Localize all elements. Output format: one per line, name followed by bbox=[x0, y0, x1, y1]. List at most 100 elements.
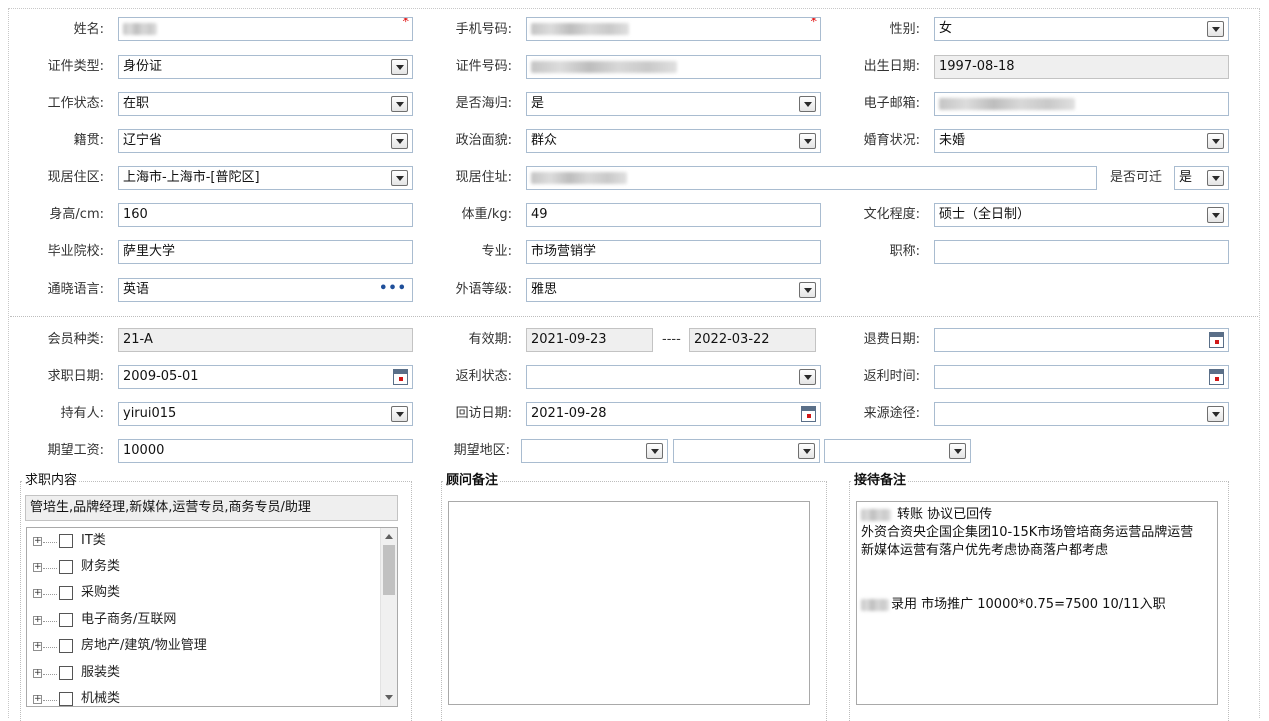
tree-item-label: 房地产/建筑/物业管理 bbox=[81, 638, 207, 653]
dropdown-arrow-icon[interactable] bbox=[799, 133, 816, 149]
gender-select[interactable]: 女 bbox=[934, 17, 1229, 41]
overseas-label: 是否海归: bbox=[455, 96, 512, 111]
tree-item[interactable]: + IT类 bbox=[33, 531, 373, 553]
language-value: 英语 bbox=[123, 282, 150, 297]
address-field[interactable] bbox=[526, 166, 1097, 190]
tree-item[interactable]: + 采购类 bbox=[33, 583, 373, 605]
valid-to-value: 2022-03-22 bbox=[694, 332, 770, 347]
political-select[interactable]: 群众 bbox=[526, 129, 821, 153]
native-select[interactable]: 辽宁省 bbox=[118, 129, 413, 153]
area-city-select[interactable] bbox=[673, 439, 820, 463]
dropdown-arrow-icon[interactable] bbox=[1207, 170, 1224, 186]
expand-icon[interactable]: + bbox=[33, 537, 42, 546]
political-label: 政治面貌: bbox=[455, 133, 512, 148]
consultant-notes-textarea[interactable] bbox=[448, 501, 810, 705]
school-value: 萨里大学 bbox=[123, 244, 176, 259]
source-label: 来源途径: bbox=[863, 406, 920, 421]
region-label: 现居住区: bbox=[47, 170, 104, 185]
holder-select[interactable]: yirui015 bbox=[118, 402, 413, 426]
dropdown-arrow-icon[interactable] bbox=[949, 443, 966, 459]
region-select[interactable]: 上海市-上海市-[普陀区] bbox=[118, 166, 413, 190]
reception-note-line3: 新媒体运营有落户优先考虑协商落户都考虑 bbox=[861, 543, 1109, 558]
calendar-icon[interactable] bbox=[801, 406, 816, 422]
education-select[interactable]: 硕士（全日制） bbox=[934, 203, 1229, 227]
email-field[interactable] bbox=[934, 92, 1229, 116]
job-category-tree[interactable]: + IT类 + 财务类 + 采购类 + 电子商务/互联网 + 房地产/建筑/物业… bbox=[26, 527, 398, 707]
checkbox[interactable] bbox=[59, 586, 73, 600]
checkbox[interactable] bbox=[59, 666, 73, 680]
dropdown-arrow-icon[interactable] bbox=[1207, 207, 1224, 223]
jobsearch-date-field[interactable]: 2009-05-01 bbox=[118, 365, 413, 389]
area-province-select[interactable] bbox=[521, 439, 668, 463]
scrollbar-thumb[interactable] bbox=[383, 545, 395, 595]
language-field[interactable]: 英语 ••• bbox=[118, 278, 413, 302]
area-district-select[interactable] bbox=[824, 439, 971, 463]
checkbox[interactable] bbox=[59, 534, 73, 548]
workstatus-value: 在职 bbox=[123, 96, 150, 111]
tree-item[interactable]: + 财务类 bbox=[33, 557, 373, 579]
dropdown-arrow-icon[interactable] bbox=[1207, 133, 1224, 149]
dropdown-arrow-icon[interactable] bbox=[391, 406, 408, 422]
calendar-icon[interactable] bbox=[1209, 369, 1224, 385]
checkbox[interactable] bbox=[59, 560, 73, 574]
relocate-select[interactable]: 是 bbox=[1174, 166, 1229, 190]
dropdown-arrow-icon[interactable] bbox=[798, 443, 815, 459]
tree-item[interactable]: + 服装类 bbox=[33, 663, 373, 685]
expand-icon[interactable]: + bbox=[33, 589, 42, 598]
rebate-status-select[interactable] bbox=[526, 365, 821, 389]
tree-scrollbar[interactable] bbox=[380, 528, 397, 706]
scroll-up-arrow-icon[interactable] bbox=[385, 534, 393, 539]
more-options-icon[interactable]: ••• bbox=[379, 279, 407, 299]
tree-item[interactable]: + 机械类 bbox=[33, 689, 373, 706]
height-field[interactable]: 160 bbox=[118, 203, 413, 227]
name-field[interactable]: * bbox=[118, 17, 413, 41]
dropdown-arrow-icon[interactable] bbox=[799, 282, 816, 298]
language-level-select[interactable]: 雅思 bbox=[526, 278, 821, 302]
dropdown-arrow-icon[interactable] bbox=[1207, 406, 1224, 422]
rebate-time-label: 返利时间: bbox=[863, 369, 920, 384]
tree-item[interactable]: + 电子商务/互联网 bbox=[33, 610, 373, 632]
overseas-select[interactable]: 是 bbox=[526, 92, 821, 116]
calendar-icon[interactable] bbox=[1209, 332, 1224, 348]
dropdown-arrow-icon[interactable] bbox=[391, 96, 408, 112]
dropdown-arrow-icon[interactable] bbox=[391, 170, 408, 186]
checkbox[interactable] bbox=[59, 639, 73, 653]
language-level-value: 雅思 bbox=[531, 282, 558, 297]
workstatus-select[interactable]: 在职 bbox=[118, 92, 413, 116]
calendar-icon[interactable] bbox=[393, 369, 408, 385]
valid-from-value: 2021-09-23 bbox=[531, 332, 607, 347]
salary-field[interactable]: 10000 bbox=[118, 439, 413, 463]
expand-icon[interactable]: + bbox=[33, 669, 42, 678]
reception-notes-textarea[interactable]: 转账 协议已回传 外资合资央企国企集团10-15K市场管培商务运营品牌运营 新媒… bbox=[856, 501, 1218, 705]
dropdown-arrow-icon[interactable] bbox=[799, 96, 816, 112]
school-field[interactable]: 萨里大学 bbox=[118, 240, 413, 264]
visit-date-field[interactable]: 2021-09-28 bbox=[526, 402, 821, 426]
weight-field[interactable]: 49 bbox=[526, 203, 821, 227]
tree-item[interactable]: + 房地产/建筑/物业管理 bbox=[33, 636, 373, 658]
tree-connector bbox=[43, 568, 57, 569]
dropdown-arrow-icon[interactable] bbox=[391, 133, 408, 149]
dropdown-arrow-icon[interactable] bbox=[391, 59, 408, 75]
dropdown-arrow-icon[interactable] bbox=[1207, 21, 1224, 37]
dropdown-arrow-icon[interactable] bbox=[799, 369, 816, 385]
expand-icon[interactable]: + bbox=[33, 563, 42, 572]
checkbox[interactable] bbox=[59, 613, 73, 627]
idtype-select[interactable]: 身份证 bbox=[118, 55, 413, 79]
education-label: 文化程度: bbox=[863, 207, 920, 222]
rebate-time-field[interactable] bbox=[934, 365, 1229, 389]
expand-icon[interactable]: + bbox=[33, 616, 42, 625]
source-select[interactable] bbox=[934, 402, 1229, 426]
scroll-down-arrow-icon[interactable] bbox=[385, 695, 393, 700]
email-label: 电子邮箱: bbox=[863, 96, 920, 111]
title-field[interactable] bbox=[934, 240, 1229, 264]
expand-icon[interactable]: + bbox=[33, 695, 42, 704]
dropdown-arrow-icon[interactable] bbox=[646, 443, 663, 459]
phone-field[interactable]: * bbox=[526, 17, 821, 41]
marital-select[interactable]: 未婚 bbox=[934, 129, 1229, 153]
language-level-label: 外语等级: bbox=[455, 282, 512, 297]
major-field[interactable]: 市场营销学 bbox=[526, 240, 821, 264]
expand-icon[interactable]: + bbox=[33, 642, 42, 651]
idno-field[interactable] bbox=[526, 55, 821, 79]
refund-date-field[interactable] bbox=[934, 328, 1229, 352]
checkbox[interactable] bbox=[59, 692, 73, 706]
